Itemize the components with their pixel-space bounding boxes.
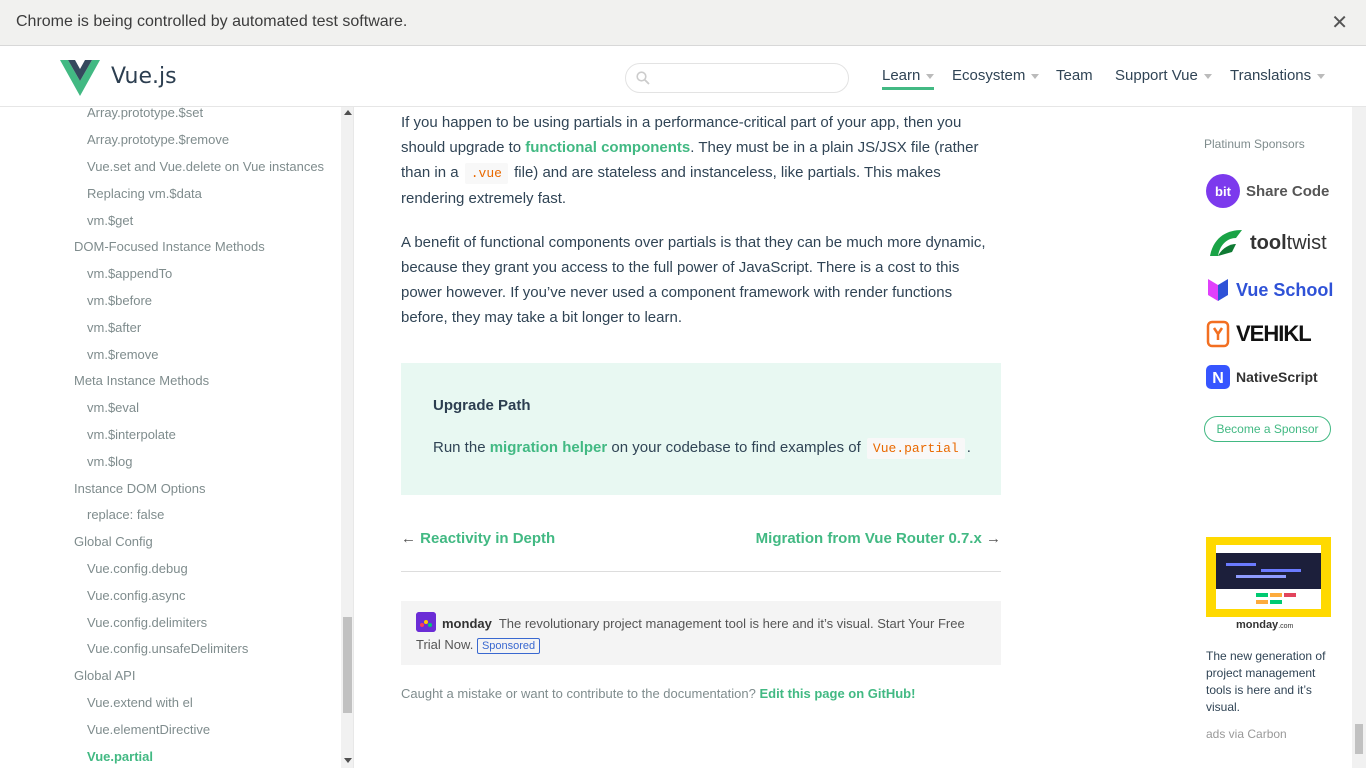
carbon-brand: monday.com — [1236, 619, 1294, 631]
migration-helper-link[interactable]: migration helper — [490, 439, 608, 456]
page-scroll-thumb[interactable] — [1355, 724, 1363, 754]
arrow-right-icon: → — [986, 530, 1001, 547]
inline-code: Vue.partial — [866, 438, 965, 459]
ads-via-carbon[interactable]: ads via Carbon — [1206, 727, 1287, 741]
carbon-ad-text[interactable]: The new generation of project management… — [1206, 648, 1331, 716]
functional-components-link[interactable]: functional components — [525, 139, 690, 156]
tip-text: Run the migration helper on your codebas… — [433, 438, 971, 459]
sidebar-item-active[interactable]: Vue.partial — [87, 749, 153, 764]
sidebar-scrollbar[interactable] — [341, 107, 353, 768]
svg-text:N: N — [1212, 370, 1224, 387]
close-icon[interactable]: ✕ — [1331, 10, 1348, 35]
svg-text:bit: bit — [1215, 184, 1232, 199]
sidebar-item[interactable]: vm.$get — [87, 213, 133, 228]
edit-on-github-link[interactable]: Edit this page on GitHub! — [759, 686, 915, 701]
sidebar-item[interactable]: vm.$eval — [87, 400, 139, 415]
sidebar-section[interactable]: DOM-Focused Instance Methods — [74, 239, 265, 254]
sponsored-banner[interactable]: monday The revolutionary project managem… — [401, 601, 1001, 665]
site-header: Vue.js Learn Ecosystem Team Support Vue … — [0, 47, 1366, 107]
nav-ecosystem[interactable]: Ecosystem — [952, 67, 1040, 84]
page-scrollbar[interactable] — [1352, 107, 1366, 768]
chevron-down-icon — [1203, 73, 1212, 79]
sidebar-item[interactable]: Vue.config.delimiters — [87, 615, 207, 630]
sidebar-item[interactable]: Replacing vm.$data — [87, 186, 202, 201]
nativescript-icon: N — [1206, 365, 1230, 389]
ad-screenshot-graphic — [1216, 545, 1321, 609]
sidebar-section[interactable]: Global API — [74, 668, 135, 683]
carbon-ad-image[interactable] — [1206, 537, 1331, 617]
sidebar-item[interactable]: Vue.config.async — [87, 588, 186, 603]
next-page-link[interactable]: Migration from Vue Router 0.7.x → — [756, 530, 1001, 547]
ad-screenshot — [1216, 545, 1321, 609]
vehikl-icon — [1206, 320, 1230, 348]
sidebar-item[interactable]: vm.$interpolate — [87, 427, 176, 442]
chevron-down-icon — [926, 73, 935, 79]
tip-title: Upgrade Path — [433, 397, 531, 414]
sidebar-item[interactable]: replace: false — [87, 507, 164, 522]
inline-code: .vue — [464, 163, 508, 184]
scroll-up-icon[interactable] — [344, 110, 352, 115]
search-icon — [636, 71, 650, 85]
prev-page-link[interactable]: ← Reactivity in Depth — [401, 530, 555, 547]
nav-translations[interactable]: Translations — [1230, 67, 1326, 84]
nav-support-vue[interactable]: Support Vue — [1115, 67, 1212, 84]
infobar-message: Chrome is being controlled by automated … — [16, 13, 408, 30]
arrow-left-icon: ← — [401, 530, 416, 547]
sponsor-vehikl[interactable]: VEHIKL — [1206, 320, 1312, 348]
chevron-down-icon — [1031, 73, 1040, 79]
scroll-down-icon[interactable] — [344, 758, 352, 763]
upgrade-path-tip: Upgrade Path Run the migration helper on… — [401, 363, 1001, 495]
paragraph: If you happen to be using partials in a … — [401, 114, 979, 207]
sidebar: Array.prototype.$set Array.prototype.$re… — [0, 107, 354, 768]
sponsor-nativescript[interactable]: N NativeScript — [1206, 365, 1318, 389]
chevron-down-icon — [1317, 73, 1326, 79]
sidebar-section[interactable]: Instance DOM Options — [74, 481, 206, 496]
ad-text: monday The revolutionary project managem… — [416, 616, 965, 654]
sidebar-item[interactable]: Array.prototype.$remove — [87, 132, 229, 147]
bit-icon: bit — [1206, 174, 1240, 208]
vueschool-icon — [1208, 279, 1228, 301]
nav-team[interactable]: Team — [1056, 67, 1093, 84]
paragraph: A benefit of functional components over … — [401, 234, 986, 326]
sponsors-title: Platinum Sponsors — [1204, 137, 1305, 151]
sidebar-item[interactable]: Vue.set and Vue.delete on Vue instances — [87, 159, 324, 174]
sponsor-bit[interactable]: bit Share Code — [1206, 174, 1329, 208]
sidebar-item[interactable]: vm.$appendTo — [87, 266, 172, 281]
site-title[interactable]: Vue.js — [111, 64, 177, 89]
sidebar-item[interactable]: Vue.extend with el — [87, 695, 193, 710]
sidebar-item[interactable]: vm.$remove — [87, 347, 159, 362]
nav-learn[interactable]: Learn — [882, 67, 935, 90]
ad-brand: monday — [442, 616, 492, 631]
edit-note: Caught a mistake or want to contribute t… — [401, 686, 916, 701]
sidebar-item[interactable]: Array.prototype.$set — [87, 107, 203, 120]
vue-logo-icon[interactable] — [60, 60, 100, 96]
guide-navigation: ← Reactivity in Depth Migration from Vue… — [401, 528, 1001, 572]
automation-infobar: Chrome is being controlled by automated … — [0, 0, 1366, 46]
sponsored-badge: Sponsored — [476, 638, 541, 654]
scroll-thumb[interactable] — [343, 617, 352, 713]
sponsor-vueschool[interactable]: Vue School — [1206, 277, 1333, 303]
search-box[interactable] — [625, 63, 849, 93]
sidebar-item[interactable]: vm.$log — [87, 454, 133, 469]
sponsor-tooltwist[interactable]: tool twist — [1206, 226, 1327, 260]
sidebar-item[interactable]: Vue.config.unsafeDelimiters — [87, 641, 248, 656]
main-content: If you happen to be using partials in a … — [401, 110, 1001, 330]
become-sponsor-button[interactable]: Become a Sponsor — [1204, 416, 1331, 442]
sidebar-item[interactable]: Vue.config.debug — [87, 561, 188, 576]
sidebar-item[interactable]: vm.$after — [87, 320, 141, 335]
sidebar-item[interactable]: Vue.elementDirective — [87, 722, 210, 737]
sidebar-section[interactable]: Global Config — [74, 534, 153, 549]
sidebar-section[interactable]: Meta Instance Methods — [74, 373, 209, 388]
search-input[interactable] — [658, 68, 838, 88]
sidebar-item[interactable]: vm.$before — [87, 293, 152, 308]
tooltwist-icon — [1210, 230, 1242, 256]
